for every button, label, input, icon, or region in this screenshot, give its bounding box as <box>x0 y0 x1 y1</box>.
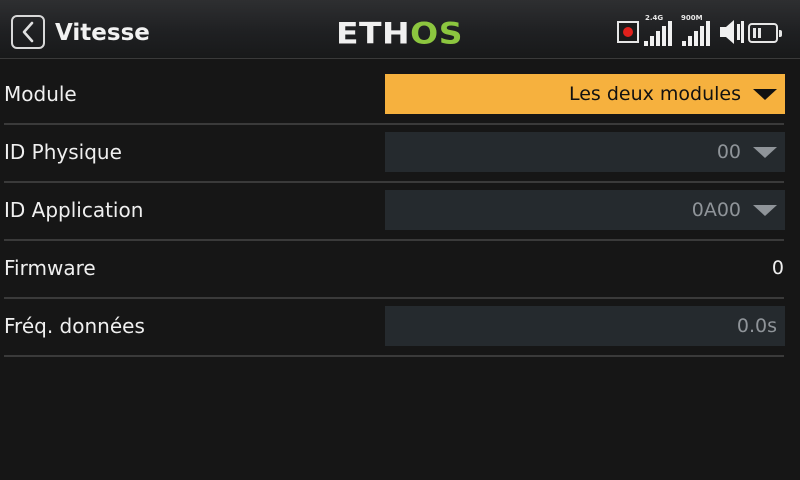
module-dropdown[interactable]: Les deux modules <box>385 74 785 114</box>
speaker-icon[interactable] <box>719 18 745 46</box>
setting-row-firmware: Firmware 0 <box>4 239 784 299</box>
signal-label-24g: 2.4G <box>645 14 664 22</box>
dropdown-arrow-icon <box>753 146 777 158</box>
firmware-value: 0 <box>771 257 784 279</box>
chevron-left-icon <box>22 21 34 43</box>
application-id-dropdown[interactable]: 0A00 <box>385 190 785 230</box>
setting-row-physical-id: ID Physique 00 <box>4 123 785 183</box>
battery-icon <box>748 23 782 43</box>
dropdown-arrow-icon <box>753 204 777 216</box>
signal-icon-24g: 2.4G <box>643 14 677 46</box>
setting-label-module: Module <box>4 82 77 106</box>
data-rate-value: 0.0s <box>736 315 777 337</box>
setting-label-data-rate: Fréq. données <box>4 314 145 338</box>
physical-id-value: 00 <box>716 141 741 163</box>
setting-label-application-id: ID Application <box>4 198 144 222</box>
application-id-value: 0A00 <box>691 199 741 221</box>
setting-label-physical-id: ID Physique <box>4 140 122 164</box>
top-bar: Vitesse ETHOS 2.4G 900M <box>0 0 800 59</box>
ethos-logo: ETHOS <box>336 18 463 50</box>
setting-row-application-id: ID Application 0A00 <box>4 181 785 241</box>
logo-part2: OS <box>410 16 463 51</box>
page-title: Vitesse <box>55 20 150 46</box>
signal-icon-900m: 900M <box>681 14 715 46</box>
logo-part1: ETH <box>336 16 411 51</box>
setting-row-module: Module Les deux modules <box>4 65 785 125</box>
record-icon[interactable] <box>617 21 639 43</box>
module-value: Les deux modules <box>568 83 741 105</box>
physical-id-dropdown[interactable]: 00 <box>385 132 785 172</box>
dropdown-arrow-icon <box>753 88 777 100</box>
back-button[interactable] <box>11 15 45 49</box>
setting-row-data-rate: Fréq. données 0.0s <box>4 297 785 357</box>
data-rate-input[interactable]: 0.0s <box>385 306 785 346</box>
setting-label-firmware: Firmware <box>4 256 96 280</box>
signal-label-900m: 900M <box>681 14 703 22</box>
